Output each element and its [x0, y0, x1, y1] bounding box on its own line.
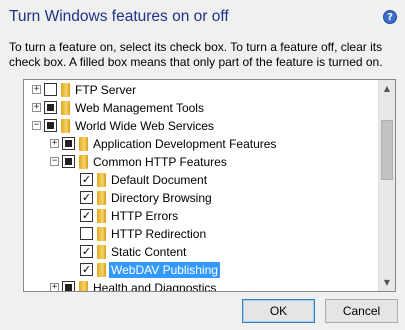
folder-icon — [61, 83, 70, 97]
partial-check-icon — [65, 284, 72, 291]
feature-checkbox[interactable] — [44, 119, 57, 132]
tree-item[interactable]: ✓ Directory Browsing — [24, 189, 379, 207]
feature-checkbox[interactable] — [44, 101, 57, 114]
tree-item[interactable]: + Web Management Tools — [24, 99, 379, 117]
tree-item[interactable]: − Common HTTP Features — [24, 153, 379, 171]
feature-label[interactable]: Directory Browsing — [109, 190, 214, 206]
folder-icon — [61, 119, 70, 133]
checkmark-icon: ✓ — [81, 209, 92, 222]
tree-item[interactable]: − World Wide Web Services — [24, 117, 379, 135]
feature-label[interactable]: Application Development Features — [91, 136, 278, 152]
feature-checkbox[interactable] — [62, 155, 75, 168]
tree-item[interactable]: + Health and Diagnostics — [24, 279, 379, 291]
feature-checkbox[interactable] — [80, 227, 93, 240]
expand-icon[interactable]: + — [32, 103, 41, 112]
feature-label[interactable]: Common HTTP Features — [91, 154, 229, 170]
vertical-scrollbar[interactable]: ▲ ▼ — [378, 80, 395, 291]
folder-icon — [97, 191, 106, 205]
feature-label[interactable]: HTTP Errors — [109, 208, 180, 224]
feature-checkbox[interactable] — [62, 281, 75, 291]
partial-check-icon — [47, 104, 54, 111]
feature-checkbox[interactable]: ✓ — [80, 263, 93, 276]
folder-icon — [97, 263, 106, 277]
feature-label[interactable]: WebDAV Publishing — [109, 262, 220, 278]
folder-icon — [97, 245, 106, 259]
instructions-text: To turn a feature on, select its check b… — [9, 40, 383, 69]
help-icon[interactable]: ? — [383, 10, 397, 24]
tree-item[interactable]: HTTP Redirection — [24, 225, 379, 243]
tree-item[interactable]: + FTP Server — [24, 81, 379, 99]
folder-icon — [97, 173, 106, 187]
checkmark-icon: ✓ — [81, 173, 92, 186]
tree-item[interactable]: + Application Development Features — [24, 135, 379, 153]
tree-item[interactable]: ✓ WebDAV Publishing — [24, 261, 379, 279]
feature-label[interactable]: Web Management Tools — [73, 100, 206, 116]
feature-checkbox[interactable]: ✓ — [80, 209, 93, 222]
feature-label[interactable]: FTP Server — [73, 82, 138, 98]
folder-icon — [79, 155, 88, 169]
expand-icon[interactable]: + — [50, 139, 59, 148]
collapse-icon[interactable]: − — [32, 121, 41, 130]
collapse-icon[interactable]: − — [50, 157, 59, 166]
ok-button[interactable]: OK — [242, 299, 315, 323]
feature-label[interactable]: HTTP Redirection — [109, 226, 208, 242]
feature-checkbox[interactable]: ✓ — [80, 173, 93, 186]
checkmark-icon: ✓ — [81, 263, 92, 276]
scroll-thumb[interactable] — [381, 120, 393, 180]
checkmark-icon: ✓ — [81, 245, 92, 258]
feature-checkbox[interactable] — [62, 137, 75, 150]
partial-check-icon — [65, 140, 72, 147]
feature-label[interactable]: Health and Diagnostics — [91, 280, 218, 291]
tree-item[interactable]: ✓ Static Content — [24, 243, 379, 261]
feature-label[interactable]: Static Content — [109, 244, 188, 260]
feature-checkbox[interactable]: ✓ — [80, 191, 93, 204]
partial-check-icon — [65, 158, 72, 165]
tree-item[interactable]: ✓ Default Document — [24, 171, 379, 189]
folder-icon — [97, 227, 106, 241]
features-tree: + Health and Diagnostics ✓ WebDAV Publishin… — [23, 79, 396, 292]
scroll-up-arrow-icon[interactable]: ▲ — [379, 80, 395, 97]
folder-icon — [79, 137, 88, 151]
folder-icon — [79, 281, 88, 291]
feature-checkbox[interactable]: ✓ — [80, 245, 93, 258]
tree-item[interactable]: ✓ HTTP Errors — [24, 207, 379, 225]
cancel-button[interactable]: Cancel — [325, 299, 398, 323]
folder-icon — [97, 209, 106, 223]
expand-icon[interactable]: + — [50, 283, 59, 291]
expand-icon[interactable]: + — [32, 85, 41, 94]
feature-label[interactable]: Default Document — [109, 172, 209, 188]
folder-icon — [61, 101, 70, 115]
feature-checkbox[interactable] — [44, 83, 57, 96]
partial-check-icon — [47, 122, 54, 129]
scroll-down-arrow-icon[interactable]: ▼ — [379, 274, 395, 291]
dialog-title: Turn Windows features on or off — [9, 8, 229, 25]
checkmark-icon: ✓ — [81, 191, 92, 204]
feature-label[interactable]: World Wide Web Services — [73, 118, 216, 134]
